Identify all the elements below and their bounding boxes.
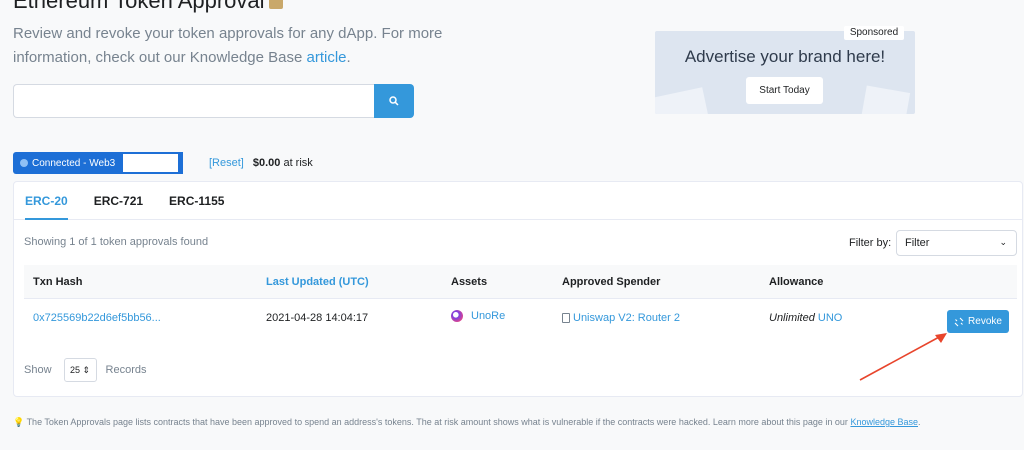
table-header: Txn Hash Last Updated (UTC) Assets Appro… xyxy=(24,265,1017,299)
knowledge-base-link[interactable]: Knowledge Base xyxy=(850,417,918,427)
verified-badge-icon xyxy=(268,0,283,10)
unore-token-icon xyxy=(451,310,463,323)
token-standard-tabs: ERC-20 ERC-721 ERC-1155 xyxy=(14,182,1022,220)
page-size-select[interactable]: 25 ⇕ xyxy=(63,358,97,382)
ad-decoration xyxy=(655,87,711,114)
wallet-address-redacted xyxy=(123,154,179,172)
asset-link[interactable]: UnoRe xyxy=(471,310,505,322)
contract-icon xyxy=(562,313,570,324)
article-link[interactable]: article xyxy=(307,49,347,66)
page-size-value: 25 xyxy=(70,365,81,375)
address-search-input[interactable] xyxy=(13,84,374,118)
filter-value: Filter xyxy=(905,237,930,249)
column-approved-spender: Approved Spender xyxy=(562,276,661,288)
show-label: Show xyxy=(24,364,52,376)
tab-erc20[interactable]: ERC-20 xyxy=(25,182,68,220)
annotation-arrow-icon xyxy=(859,333,947,381)
footnote-end: . xyxy=(918,417,921,427)
risk-suffix: at risk xyxy=(280,157,313,169)
tab-erc721[interactable]: ERC-721 xyxy=(94,182,143,220)
start-today-button[interactable]: Start Today xyxy=(746,77,823,104)
results-summary: Showing 1 of 1 token approvals found xyxy=(24,236,209,248)
last-updated-value: 2021-04-28 14:04:17 xyxy=(266,312,369,324)
intro-end: . xyxy=(346,49,351,66)
ad-decoration xyxy=(859,85,911,114)
column-txn-hash: Txn Hash xyxy=(33,276,83,288)
filter-select[interactable]: Filter ⌄ xyxy=(896,230,1017,256)
revoke-label: Revoke xyxy=(968,316,1002,327)
txn-hash-link[interactable]: 0x725569b22d6ef5bb56... xyxy=(33,312,161,324)
reset-link[interactable]: [Reset] xyxy=(209,157,244,169)
allowance-amount: Unlimited xyxy=(769,312,815,324)
page-title-text: Ethereum Token Approval xyxy=(13,0,265,13)
allowance-token-link[interactable]: UNO xyxy=(818,312,842,324)
intro-text: Review and revoke your token approvals f… xyxy=(13,22,513,70)
column-last-updated[interactable]: Last Updated (UTC) xyxy=(266,276,369,288)
footnote: 💡 The Token Approvals page lists contrac… xyxy=(13,417,921,428)
allowance-cell: Unlimited UNO xyxy=(769,312,842,324)
records-label: Records xyxy=(105,364,147,376)
risk-amount: $0.00 at risk xyxy=(253,157,313,169)
connection-row: Connected - Web3 [Reset] $0.00 at risk xyxy=(13,152,313,174)
connected-status-icon xyxy=(20,159,28,167)
spender-cell[interactable]: Uniswap V2: Router 2 xyxy=(562,312,680,324)
spender-link[interactable]: Uniswap V2: Router 2 xyxy=(573,312,680,324)
filter-label: Filter by: xyxy=(849,237,892,249)
unlink-icon xyxy=(954,317,964,326)
asset-cell[interactable]: UnoRe xyxy=(451,310,505,323)
tab-erc1155[interactable]: ERC-1155 xyxy=(169,182,224,220)
search-bar xyxy=(13,84,414,118)
risk-value: $0.00 xyxy=(252,157,281,169)
search-icon xyxy=(389,96,399,106)
chevron-down-icon: ⌄ xyxy=(999,237,1007,247)
page-title: Ethereum Token Approval xyxy=(13,0,283,14)
lightbulb-icon: 💡 xyxy=(13,417,25,427)
connection-status: Connected - Web3 xyxy=(32,157,116,169)
sponsored-label: Sponsored xyxy=(844,26,904,40)
revoke-button[interactable]: Revoke xyxy=(947,310,1009,333)
intro-body: Review and revoke your token approvals f… xyxy=(13,25,443,66)
search-button[interactable] xyxy=(374,84,414,118)
column-allowance: Allowance xyxy=(769,276,824,288)
column-assets: Assets xyxy=(451,276,488,288)
page-size-control: Show 25 ⇕ Records xyxy=(24,357,147,383)
footnote-text: The Token Approvals page lists contracts… xyxy=(26,417,851,427)
sponsored-ad-banner[interactable]: Advertise your brand here! Start Today xyxy=(655,31,915,114)
ad-title: Advertise your brand here! xyxy=(684,47,886,66)
connected-wallet-pill[interactable]: Connected - Web3 xyxy=(13,152,183,174)
